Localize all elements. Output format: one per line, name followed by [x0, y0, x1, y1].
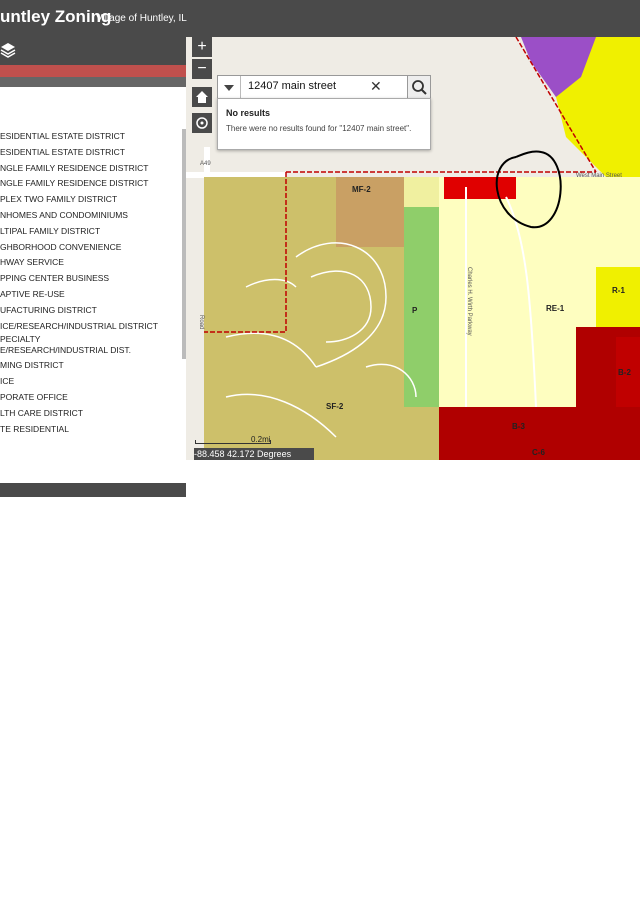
- no-results-popup: No results There were no results found f…: [217, 98, 431, 150]
- search-box: 12407 main street ✕: [217, 75, 409, 99]
- legend-item: PECIALTY E/RESEARCH/INDUSTRIAL DIST.: [0, 334, 131, 356]
- legend-item: APTIVE RE-USE: [0, 288, 65, 299]
- panel-footer: ◀◀: [0, 483, 186, 497]
- zone-r1: [596, 267, 640, 327]
- legend-list: ESIDENTIAL ESTATE DISTRICT ESIDENTIAL ES…: [0, 129, 182, 437]
- road-label: A49: [200, 161, 211, 167]
- home-icon: [196, 91, 208, 103]
- zone-commercial: [444, 177, 516, 199]
- legend-panel-header: [0, 37, 186, 65]
- legend-item: HWAY SERVICE: [0, 257, 64, 268]
- search-button[interactable]: [407, 75, 431, 99]
- legend-item: UFACTURING DISTRICT: [0, 304, 97, 315]
- zone-label: B-3: [512, 422, 525, 431]
- zone-label: R-1: [612, 286, 625, 295]
- locate-icon: [196, 117, 208, 129]
- legend-item: PLEX TWO FAMILY DISTRICT: [0, 194, 118, 205]
- zoning-map[interactable]: MF-2 P SF-2 RE-1 R-1 B-3 B-2 C-6 A49 Roa…: [186, 37, 640, 460]
- zone-yellow: [616, 97, 640, 157]
- legend-item: ESIDENTIAL ESTATE DISTRICT: [0, 131, 125, 141]
- legend-item: LTIPAL FAMILY DISTRICT: [0, 225, 101, 236]
- search-source-dropdown[interactable]: [218, 76, 241, 98]
- home-button[interactable]: [192, 87, 212, 107]
- zone-label: P: [412, 306, 418, 315]
- layers-icon[interactable]: [0, 42, 16, 58]
- legend-item: MING DISTRICT: [0, 360, 64, 371]
- legend-item: NGLE FAMILY RESIDENCE DISTRICT: [0, 178, 149, 189]
- legend-item: TE RESIDENTIAL: [0, 423, 69, 434]
- coordinate-readout: -88.458 42.172 Degrees: [194, 448, 314, 460]
- legend-item: LTH CARE DISTRICT: [0, 407, 83, 418]
- zone-label: C-6: [532, 448, 545, 457]
- road-label: Charles H. Wirth Parkway: [466, 267, 472, 336]
- zone-label: MF-2: [352, 185, 371, 194]
- legend-item: PORATE OFFICE: [0, 391, 68, 402]
- legend-item: NGLE FAMILY RESIDENCE DISTRICT: [0, 162, 149, 173]
- legend-item: ESIDENTIAL ESTATE DISTRICT: [0, 146, 125, 157]
- legend-item: ICE: [0, 376, 15, 387]
- no-results-title: No results: [226, 108, 271, 118]
- locate-button[interactable]: [192, 113, 212, 133]
- legend-item: NHOMES AND CONDOMINIUMS: [0, 209, 128, 220]
- legend-item: PPING CENTER BUSINESS: [0, 273, 110, 284]
- search-icon: [412, 80, 427, 95]
- road-label: Road: [198, 315, 204, 329]
- app-subtitle: Village of Huntley, IL: [96, 13, 187, 24]
- search-input[interactable]: 12407 main street: [248, 80, 336, 92]
- legend-panel: ESIDENTIAL ESTATE DISTRICT ESIDENTIAL ES…: [0, 37, 186, 497]
- clear-search-icon[interactable]: ✕: [370, 78, 382, 95]
- app-header: untley Zoning Village of Huntley, IL: [0, 0, 640, 37]
- scale-label: 0.2mi: [251, 435, 271, 444]
- panel-divider: [0, 65, 186, 77]
- no-results-message: There were no results found for "12407 m…: [226, 124, 412, 133]
- zoom-in-button[interactable]: +: [192, 37, 212, 57]
- zone-label: RE-1: [546, 304, 565, 313]
- road-label: West Main Street: [576, 173, 622, 179]
- zoom-out-button[interactable]: −: [192, 59, 212, 79]
- zone-label: SF-2: [326, 402, 344, 411]
- app-title: untley Zoning: [0, 7, 112, 26]
- zone-light: [404, 177, 439, 207]
- legend-item: ICE/RESEARCH/INDUSTRIAL DISTRICT: [0, 320, 158, 331]
- legend-item: GHBORHOOD CONVENIENCE: [0, 241, 122, 252]
- zone-label: B-2: [618, 368, 631, 377]
- panel-divider: [0, 77, 186, 87]
